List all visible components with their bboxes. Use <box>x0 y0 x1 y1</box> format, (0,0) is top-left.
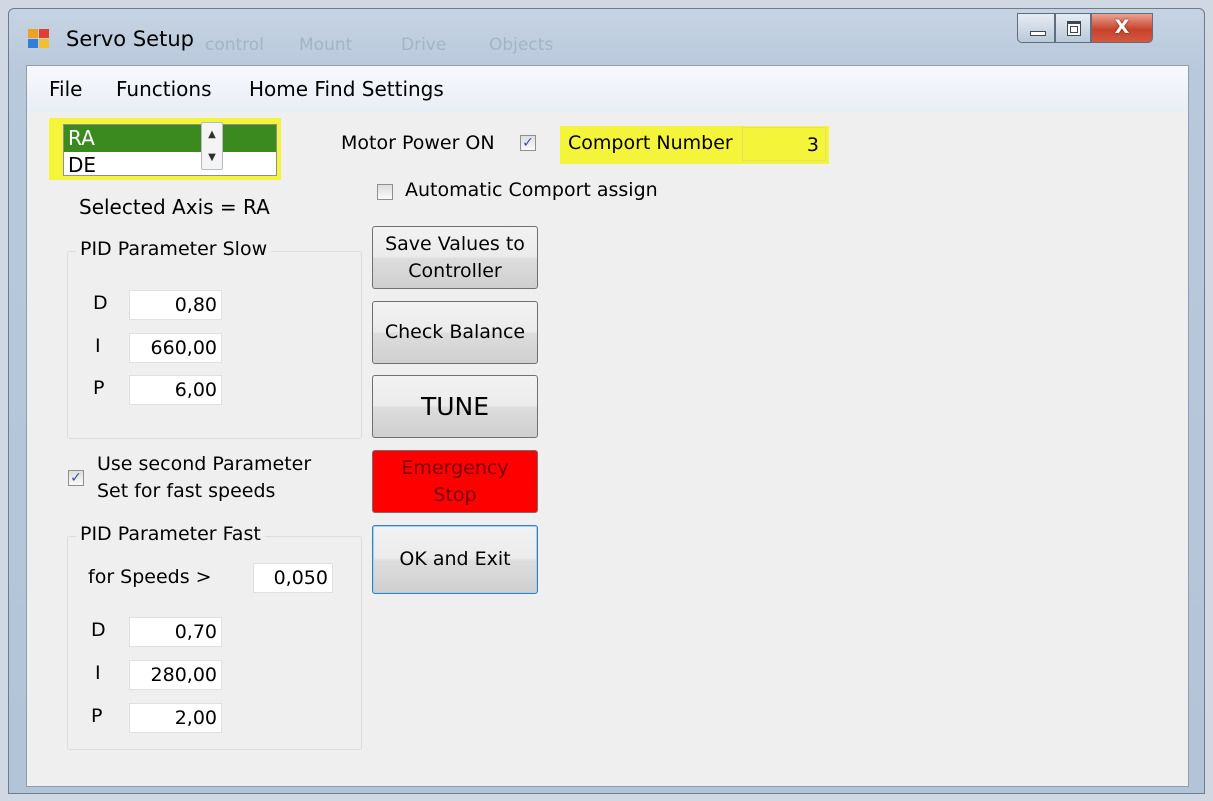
comport-label: Comport Number <box>568 132 733 154</box>
ghost-menu-text: Mount <box>299 35 353 55</box>
menu-functions[interactable]: Functions <box>116 77 212 101</box>
pid-slow-d-label: D <box>93 292 108 314</box>
spin-down-icon[interactable]: ▼ <box>202 146 222 169</box>
pid-fast-p-input[interactable]: 2,00 <box>129 703 222 733</box>
save-values-button[interactable]: Save Values to Controller <box>372 226 538 289</box>
title-bar[interactable]: Servo Setup control Mount Drive Objects … <box>9 9 1204 65</box>
servo-setup-window: Servo Setup control Mount Drive Objects … <box>8 8 1205 794</box>
save-values-label-1: Save Values to <box>385 232 525 255</box>
menu-file[interactable]: File <box>49 77 82 101</box>
app-icon <box>28 29 50 49</box>
spin-up-icon[interactable]: ▲ <box>202 123 222 146</box>
close-icon: X <box>1114 16 1130 38</box>
axis-item-ra[interactable]: RA <box>64 125 276 152</box>
minimize-icon <box>1030 31 1046 36</box>
menu-bar: File Functions Home Find Settings <box>27 66 1188 112</box>
maximize-icon <box>1067 21 1081 36</box>
selected-axis-label: Selected Axis = RA <box>79 195 270 219</box>
motor-power-checkbox[interactable]: ✓ <box>520 135 536 151</box>
ghost-menu-text: control <box>205 35 264 55</box>
ghost-menu-text: Drive <box>401 35 447 55</box>
pid-slow-i-label: I <box>95 335 101 357</box>
menu-home-find-settings[interactable]: Home Find Settings <box>249 77 444 101</box>
axis-item-de[interactable]: DE <box>64 152 276 175</box>
pid-slow-title: PID Parameter Slow <box>76 238 272 260</box>
close-button[interactable]: X <box>1091 13 1153 43</box>
pid-slow-p-label: P <box>93 377 105 399</box>
speed-threshold-input[interactable]: 0,050 <box>253 563 333 593</box>
second-param-label-1: Use second Parameter <box>97 453 312 475</box>
auto-comport-checkbox[interactable] <box>377 184 393 200</box>
estop-label-2: Stop <box>433 483 477 506</box>
emergency-stop-button[interactable]: Emergency Stop <box>372 450 538 513</box>
ghost-menu-text: Objects <box>489 35 554 55</box>
pid-fast-p-label: P <box>91 705 103 727</box>
pid-slow-p-input[interactable]: 6,00 <box>129 375 222 405</box>
pid-fast-d-input[interactable]: 0,70 <box>129 617 222 647</box>
pid-slow-d-input[interactable]: 0,80 <box>129 290 222 320</box>
pid-fast-i-input[interactable]: 280,00 <box>129 660 222 690</box>
save-values-label-2: Controller <box>408 259 502 282</box>
axis-spinner[interactable]: ▲ ▼ <box>201 122 223 170</box>
comport-input[interactable]: 3 <box>742 127 826 161</box>
minimize-button[interactable] <box>1017 13 1055 43</box>
axis-listbox[interactable]: RA DE <box>63 124 277 176</box>
maximize-button[interactable] <box>1055 13 1091 43</box>
pid-fast-i-label: I <box>95 662 101 684</box>
ok-exit-button[interactable]: OK and Exit <box>372 525 538 594</box>
pid-fast-title: PID Parameter Fast <box>76 523 265 545</box>
window-title: Servo Setup <box>66 27 194 51</box>
estop-label-1: Emergency <box>401 456 509 479</box>
second-param-label-2: Set for fast speeds <box>97 480 276 502</box>
speed-threshold-label: for Speeds > <box>88 566 212 588</box>
motor-power-label: Motor Power ON <box>341 132 495 154</box>
pid-slow-i-input[interactable]: 660,00 <box>129 333 222 363</box>
pid-fast-d-label: D <box>91 619 106 641</box>
second-param-checkbox[interactable]: ✓ <box>68 470 84 486</box>
client-area: File Functions Home Find Settings RA DE … <box>26 65 1189 787</box>
auto-comport-label: Automatic Comport assign <box>405 179 658 201</box>
check-balance-button[interactable]: Check Balance <box>372 301 538 364</box>
tune-button[interactable]: TUNE <box>372 375 538 438</box>
